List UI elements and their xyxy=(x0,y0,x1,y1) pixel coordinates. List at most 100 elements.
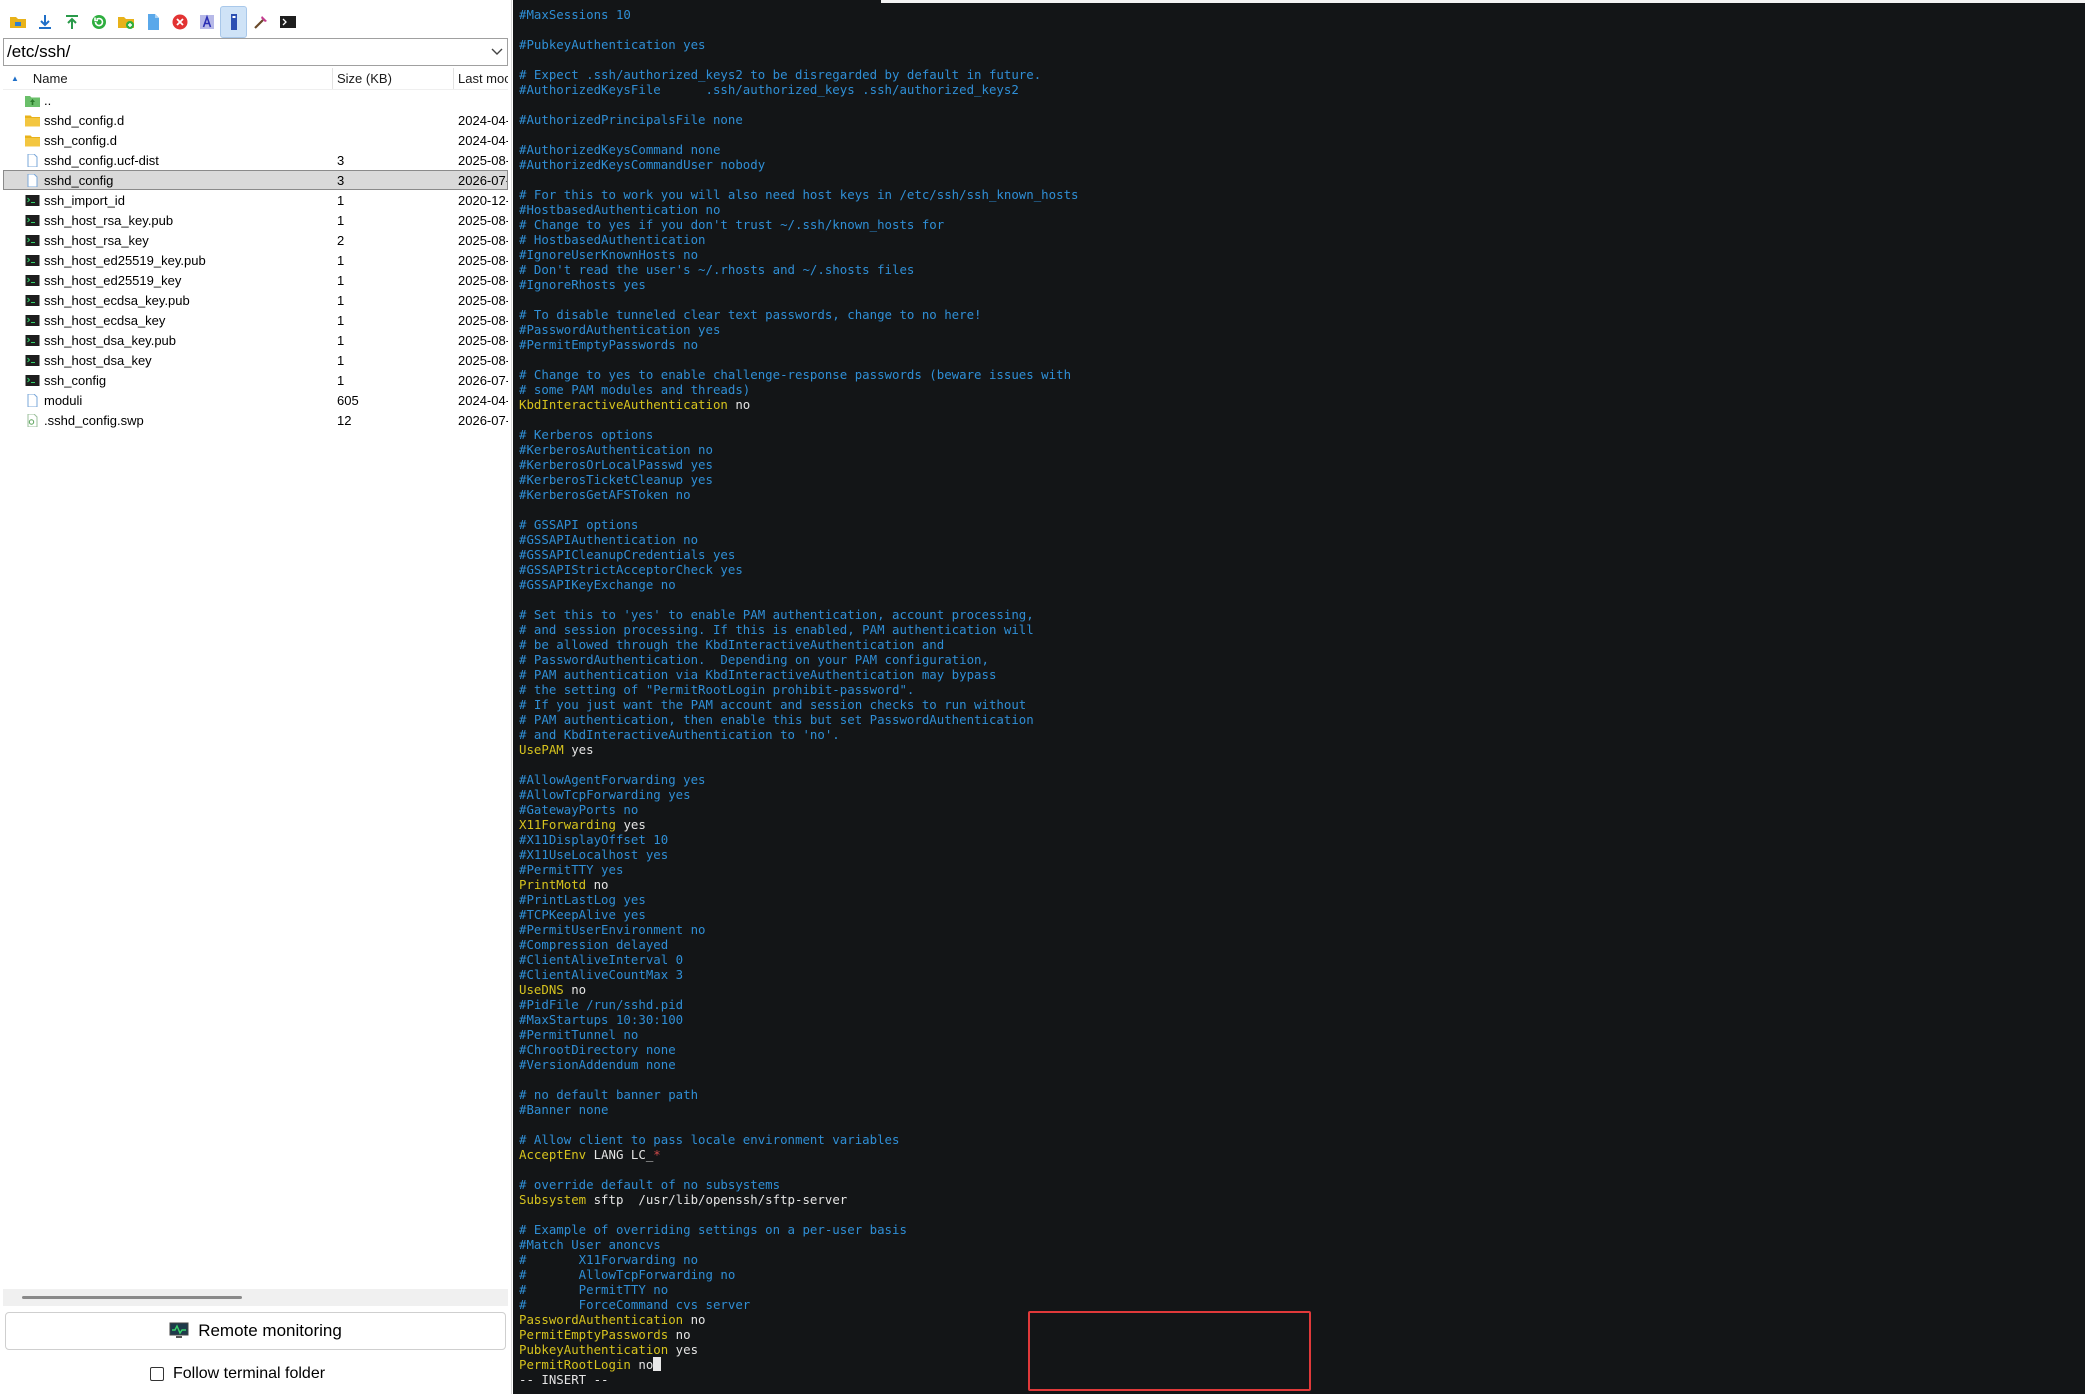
terminal-text: PasswordAuthentication xyxy=(519,1312,684,1327)
file-name: .sshd_config.swp xyxy=(44,412,144,428)
terminal-text: PrintMotd xyxy=(519,877,587,892)
terminal-line: # AllowTcpForwarding no xyxy=(519,1267,1079,1282)
file-date: 2025-08- xyxy=(458,232,508,248)
path-combobox[interactable]: /etc/ssh/ xyxy=(3,38,508,66)
show-hidden-button[interactable] xyxy=(220,6,247,38)
file-name-cell: ssh_host_rsa_key.pub xyxy=(3,213,333,228)
follow-terminal-checkbox[interactable] xyxy=(150,1367,164,1381)
file-name-cell: sshd_config xyxy=(3,173,333,188)
file-row[interactable]: ssh_config.d 2024-04- xyxy=(3,130,508,150)
terminal-line: #IgnoreUserKnownHosts no xyxy=(519,247,1079,262)
terminal-line: # Change to yes if you don't trust ~/.ss… xyxy=(519,217,1079,232)
file-name-cell: ssh_host_ecdsa_key.pub xyxy=(3,293,333,308)
open-folder-button[interactable] xyxy=(4,6,31,38)
path-value[interactable]: /etc/ssh/ xyxy=(4,42,487,62)
file-row[interactable]: ssh_host_ed25519_key.pub 1 2025-08- xyxy=(3,250,508,270)
date-column-header[interactable]: Last moc xyxy=(454,68,508,89)
terminal-text: #X11DisplayOffset 10 xyxy=(519,832,669,847)
terminal-text: no xyxy=(563,982,587,997)
file-row[interactable]: .sshd_config.swp 12 2026-07- xyxy=(3,410,508,430)
terminal-line: #AllowAgentForwarding yes xyxy=(519,772,1079,787)
terminal-line: # PAM authentication, then enable this b… xyxy=(519,712,1079,727)
remote-monitoring-button[interactable]: Remote monitoring xyxy=(5,1312,506,1350)
terminal-text: PubkeyAuthentication xyxy=(519,1342,669,1357)
file-row[interactable]: ssh_host_ecdsa_key 1 2025-08- xyxy=(3,310,508,330)
file-date: 2025-08- xyxy=(458,272,508,288)
file-row[interactable]: sshd_config 3 2026-07- xyxy=(3,170,508,190)
delete-button[interactable] xyxy=(166,6,193,38)
rename-icon xyxy=(199,14,214,29)
terminal-text: #ChrootDirectory none xyxy=(519,1042,676,1057)
terminal-text: #Compression delayed xyxy=(519,937,669,952)
terminal-line: #GSSAPIAuthentication no xyxy=(519,532,1079,547)
file-date: 2025-08- xyxy=(458,212,508,228)
terminal-line: # override default of no subsystems xyxy=(519,1177,1079,1192)
terminal-text: #KerberosAuthentication no xyxy=(519,442,713,457)
terminal-line: # the setting of "PermitRootLogin prohib… xyxy=(519,682,1079,697)
file-date: 2026-07- xyxy=(458,412,508,428)
download-button[interactable] xyxy=(31,6,58,38)
file-manager-panel: /etc/ssh/ ▲ Name Size (KB) Last moc .. ss… xyxy=(0,0,512,1394)
terminal-line: KbdInteractiveAuthentication no xyxy=(519,397,1079,412)
name-column-header[interactable]: ▲ Name xyxy=(3,68,333,89)
terminal-window[interactable]: #MaxSessions 10 #PubkeyAuthentication ye… xyxy=(513,0,2085,1394)
file-row[interactable]: sshd_config.ucf-dist 3 2025-08- xyxy=(3,150,508,170)
file-name: sshd_config xyxy=(44,172,114,188)
terminal-text: sftp /usr/lib/openssh/sftp-server xyxy=(586,1192,848,1207)
file-row[interactable]: sshd_config.d 2024-04- xyxy=(3,110,508,130)
highlight-annotation-box xyxy=(1028,1311,1311,1391)
refresh-button[interactable] xyxy=(85,6,112,38)
file-row[interactable]: ssh_host_rsa_key.pub 1 2025-08- xyxy=(3,210,508,230)
tools-icon xyxy=(253,16,267,29)
terminal-text: #ClientAliveCountMax 3 xyxy=(519,967,684,982)
terminal-line: #ChrootDirectory none xyxy=(519,1042,1079,1057)
file-row[interactable]: ssh_config 1 2026-07- xyxy=(3,370,508,390)
file-row[interactable]: ssh_host_ecdsa_key.pub 1 2025-08- xyxy=(3,290,508,310)
terminal-text: -- INSERT -- xyxy=(519,1372,609,1387)
terminal-line: #KerberosTicketCleanup yes xyxy=(519,472,1079,487)
terminal-line: # X11Forwarding no xyxy=(519,1252,1079,1267)
upload-icon xyxy=(65,15,78,29)
terminal-text: # Set this to 'yes' to enable PAM authen… xyxy=(519,607,1034,622)
terminal-line: # For this to work you will also need ho… xyxy=(519,187,1079,202)
horizontal-scrollbar-thumb[interactable] xyxy=(22,1296,242,1299)
open-terminal-button[interactable] xyxy=(274,6,301,38)
terminal-text: #KerberosTicketCleanup yes xyxy=(519,472,713,487)
terminal-text: #AuthorizedKeysFile .ssh/authorized_keys… xyxy=(519,82,1019,97)
terminal-text: #GSSAPIKeyExchange no xyxy=(519,577,676,592)
chevron-down-icon[interactable] xyxy=(487,39,507,65)
file-size: 1 xyxy=(337,212,345,228)
file-row[interactable]: ssh_host_ed25519_key 1 2025-08- xyxy=(3,270,508,290)
follow-terminal-toggle[interactable]: Follow terminal folder xyxy=(150,1362,325,1386)
terminal-line: # Expect .ssh/authorized_keys2 to be dis… xyxy=(519,67,1079,82)
terminal-line: PasswordAuthentication no xyxy=(519,1312,1079,1327)
file-row[interactable]: ssh_host_dsa_key.pub 1 2025-08- xyxy=(3,330,508,350)
terminal-line: # Change to yes to enable challenge-resp… xyxy=(519,367,1079,382)
new-folder-button[interactable] xyxy=(112,6,139,38)
file-row[interactable]: ssh_import_id 1 2020-12- xyxy=(3,190,508,210)
file-row[interactable]: moduli 605 2024-04- xyxy=(3,390,508,410)
terminal-line: PubkeyAuthentication yes xyxy=(519,1342,1079,1357)
terminal-line: #AuthorizedKeysCommandUser nobody xyxy=(519,157,1079,172)
size-column-header[interactable]: Size (KB) xyxy=(333,68,454,89)
rename-button[interactable] xyxy=(193,6,220,38)
terminal-text: # If you just want the PAM account and s… xyxy=(519,697,1027,712)
file-row[interactable]: ssh_host_dsa_key 1 2025-08- xyxy=(3,350,508,370)
file-name: ssh_import_id xyxy=(44,192,125,208)
file-row[interactable]: .. xyxy=(3,90,508,110)
terminal-text: AcceptEnv xyxy=(519,1147,587,1162)
terminal-text: UsePAM xyxy=(519,742,564,757)
show-hidden-icon xyxy=(230,14,237,30)
terminal-text: # the setting of "PermitRootLogin prohib… xyxy=(519,682,915,697)
upload-button[interactable] xyxy=(58,6,85,38)
new-file-button[interactable] xyxy=(139,6,166,38)
tools-button[interactable] xyxy=(247,6,274,38)
file-row[interactable]: ssh_host_rsa_key 2 2025-08- xyxy=(3,230,508,250)
vim-editor-buffer[interactable]: #MaxSessions 10 #PubkeyAuthentication ye… xyxy=(519,7,1079,1387)
file-date: 2024-04- xyxy=(458,112,508,128)
terminal-text: # override default of no subsystems xyxy=(519,1177,781,1192)
